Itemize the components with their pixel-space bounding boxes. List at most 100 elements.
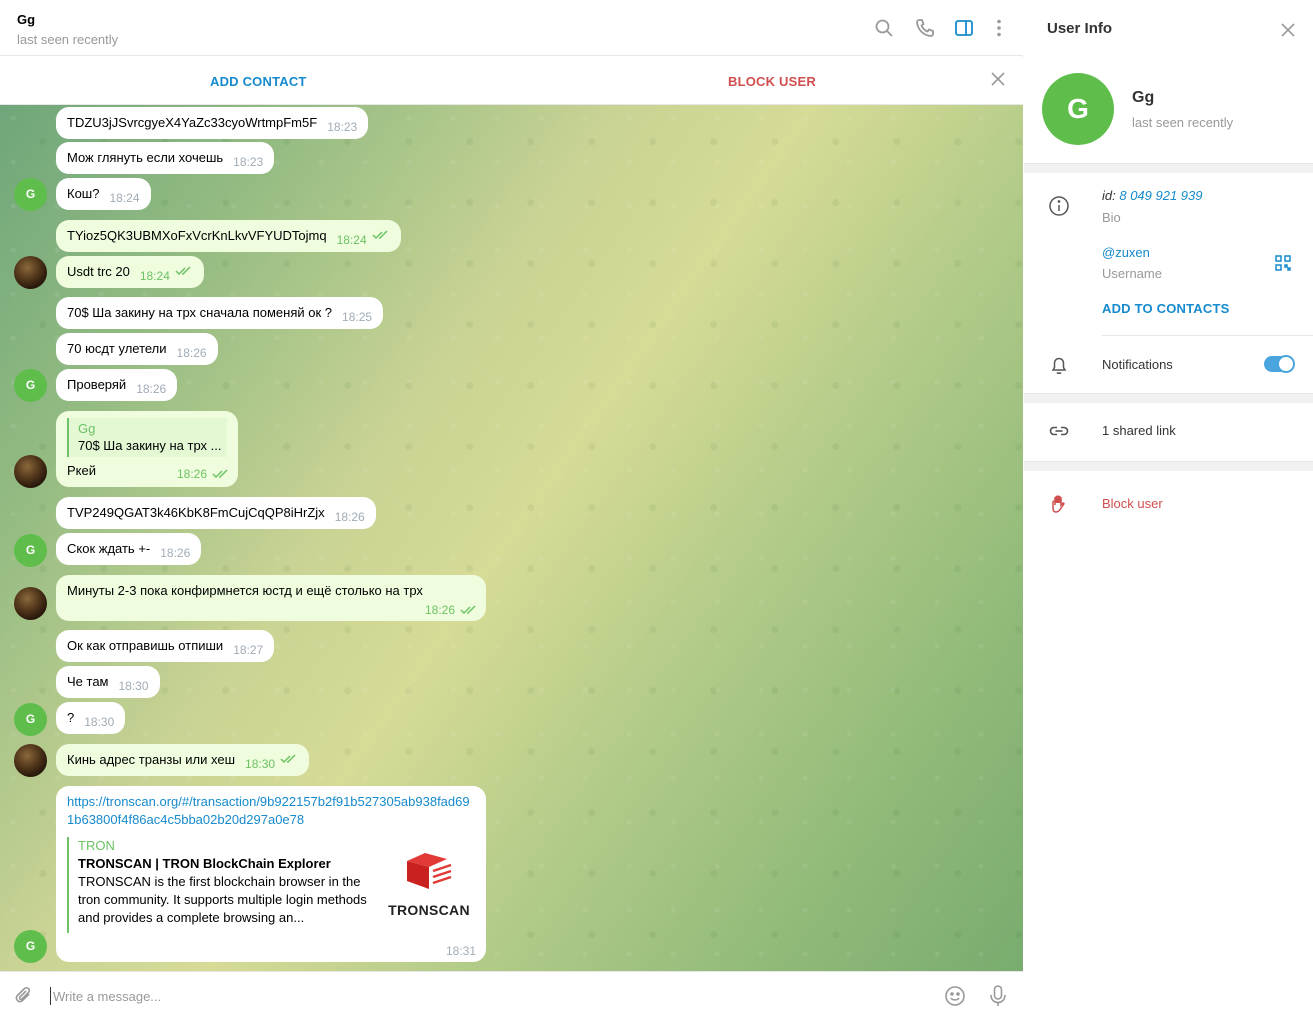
- message-bubble[interactable]: Кош? 18:24: [56, 178, 151, 210]
- avatar[interactable]: G: [14, 703, 47, 736]
- shared-links-item[interactable]: 1 shared link: [1102, 423, 1176, 438]
- message-bubble[interactable]: TYioz5QK3UBMXoFxVcrKnLkvVFYUDTojmq 18:24: [56, 220, 401, 252]
- username-label: Username: [1102, 266, 1162, 281]
- message-text: Скок ждать +-: [67, 541, 151, 556]
- section-divider: [1024, 461, 1313, 471]
- user-info-panel: User Info G Gg last seen recently id: 8 …: [1024, 0, 1313, 1018]
- avatar[interactable]: [14, 256, 47, 289]
- message-text: Кинь адрес транзы или хеш: [67, 752, 236, 767]
- message-text: Ркей: [67, 463, 96, 478]
- message-time: 18:27: [233, 643, 264, 657]
- message-time: 18:24: [336, 233, 367, 247]
- double-check-icon: [280, 754, 296, 764]
- message-bubble[interactable]: Gg 70$ Ша закину на трх ... Ркей 18:26: [56, 411, 238, 487]
- section-divider: [1024, 163, 1313, 173]
- double-check-icon: [372, 230, 388, 240]
- message-bubble[interactable]: Скок ждать +- 18:26: [56, 533, 202, 565]
- message-bubble[interactable]: 70$ Ша закину на трх сначала поменяй ок …: [56, 297, 384, 329]
- message-bubble[interactable]: ? 18:30: [56, 702, 126, 734]
- link-preview[interactable]: TRON TRONSCAN | TRON BlockChain Explorer…: [67, 837, 475, 933]
- info-icon: [1049, 196, 1069, 216]
- preview-thumbnail: TRONSCAN: [383, 837, 475, 929]
- avatar[interactable]: [14, 744, 47, 777]
- message-time: 18:25: [342, 310, 373, 324]
- message-bubble[interactable]: Ок как отправишь отпиши 18:27: [56, 630, 275, 662]
- notifications-toggle[interactable]: [1264, 355, 1295, 373]
- message-bubble[interactable]: Минуты 2-3 пока конфирмнется юстд и ещё …: [56, 575, 486, 621]
- hand-block-icon: [1052, 495, 1065, 513]
- divider: [1102, 335, 1313, 336]
- reply-quote[interactable]: Gg 70$ Ша закину на трх ...: [67, 418, 227, 457]
- message-link[interactable]: https://tronscan.org/#/transaction/9b922…: [67, 793, 475, 829]
- message-bubble[interactable]: Че там 18:30: [56, 666, 160, 698]
- message-time: 18:26: [160, 546, 191, 560]
- preview-thumbnail-label: TRONSCAN: [388, 902, 470, 918]
- avatar[interactable]: G: [14, 369, 47, 402]
- avatar[interactable]: [14, 455, 47, 488]
- message-bubble[interactable]: https://tronscan.org/#/transaction/9b922…: [56, 786, 486, 962]
- more-options-icon[interactable]: [988, 17, 1010, 39]
- message-bubble[interactable]: Мож глянуть если хочешь 18:23: [56, 142, 275, 174]
- message-bubble[interactable]: TDZU3jJSvrcgyeX4YaZc33cyoWrtmpFm5F 18:23: [56, 107, 369, 139]
- link-icon: [1049, 426, 1069, 436]
- sidebar-toggle-icon[interactable]: [953, 17, 975, 39]
- message-bubble[interactable]: Проверяй 18:26: [56, 369, 178, 401]
- add-contact-button[interactable]: ADD CONTACT: [210, 74, 307, 89]
- block-user-button[interactable]: BLOCK USER: [728, 74, 816, 89]
- close-icon[interactable]: [1280, 22, 1296, 38]
- user-id[interactable]: id: 8 049 921 939: [1102, 188, 1203, 203]
- preview-description: TRONSCAN is the first blockchain browser…: [78, 874, 367, 925]
- double-check-icon: [175, 266, 191, 276]
- message-bubble[interactable]: 70 юсдт улетели 18:26: [56, 333, 218, 365]
- double-check-icon: [212, 469, 228, 479]
- message-bubble[interactable]: Кинь адрес транзы или хеш 18:30: [56, 744, 310, 776]
- contact-action-bar: ADD CONTACT BLOCK USER: [0, 57, 1023, 105]
- notifications-label: Notifications: [1102, 357, 1173, 372]
- microphone-icon[interactable]: [987, 984, 1009, 1008]
- message-time: 18:31: [445, 944, 476, 958]
- message-text: 70 юсдт улетели: [67, 341, 167, 356]
- avatar[interactable]: G: [14, 534, 47, 567]
- close-icon[interactable]: [990, 71, 1006, 87]
- add-to-contacts-button[interactable]: ADD TO CONTACTS: [1102, 301, 1229, 316]
- qr-code-icon[interactable]: [1274, 254, 1292, 272]
- emoji-icon[interactable]: [943, 984, 967, 1008]
- panel-title: User Info: [1047, 20, 1113, 37]
- message-time: 18:26: [176, 346, 207, 360]
- bio-label: Bio: [1102, 210, 1121, 225]
- user-id-prefix: id:: [1102, 188, 1116, 203]
- message-time: 18:30: [245, 757, 276, 771]
- message-text: Проверяй: [67, 377, 127, 392]
- message-bubble[interactable]: Usdt trc 20 18:24: [56, 256, 204, 288]
- tronscan-logo-icon: [407, 853, 452, 889]
- chat-title[interactable]: Gg: [17, 12, 35, 27]
- avatar[interactable]: G: [14, 178, 47, 211]
- block-user-item[interactable]: Block user: [1102, 496, 1163, 511]
- username[interactable]: @zuxen: [1102, 245, 1150, 260]
- chat-status: last seen recently: [17, 32, 119, 47]
- message-time: 18:26: [136, 382, 167, 396]
- message-time: 18:23: [327, 120, 358, 134]
- message-text: 70$ Ша закину на трх сначала поменяй ок …: [67, 305, 333, 320]
- phone-icon[interactable]: [914, 17, 936, 39]
- message-time: 18:26: [176, 467, 207, 481]
- message-text: Usdt trc 20: [67, 264, 130, 279]
- chat-panel: Gg last seen recently ADD CONTACT BLOCK …: [0, 0, 1023, 1018]
- message-text: TYioz5QK3UBMXoFxVcrKnLkvVFYUDTojmq: [67, 228, 327, 243]
- avatar[interactable]: [14, 587, 47, 620]
- reply-text: 70$ Ша закину на трх ...: [78, 438, 222, 453]
- message-bubble[interactable]: TVP249QGAT3k46KbK8FmCujCqQP8iHrZjx 18:26: [56, 497, 376, 529]
- message-list[interactable]: TDZU3jJSvrcgyeX4YaZc33cyoWrtmpFm5F 18:23 …: [0, 105, 1023, 971]
- profile-avatar[interactable]: G: [1042, 73, 1114, 145]
- composer: [0, 971, 1023, 1018]
- attach-icon[interactable]: [13, 985, 35, 1007]
- message-time: 18:26: [334, 510, 365, 524]
- avatar[interactable]: G: [14, 930, 47, 963]
- message-input[interactable]: [50, 987, 910, 1005]
- chat-header[interactable]: Gg last seen recently: [0, 0, 1023, 56]
- bell-icon: [1051, 357, 1067, 374]
- message-time: 18:30: [84, 715, 115, 729]
- search-icon[interactable]: [873, 17, 895, 39]
- message-text: TVP249QGAT3k46KbK8FmCujCqQP8iHrZjx: [67, 505, 325, 520]
- message-time: 18:23: [233, 155, 264, 169]
